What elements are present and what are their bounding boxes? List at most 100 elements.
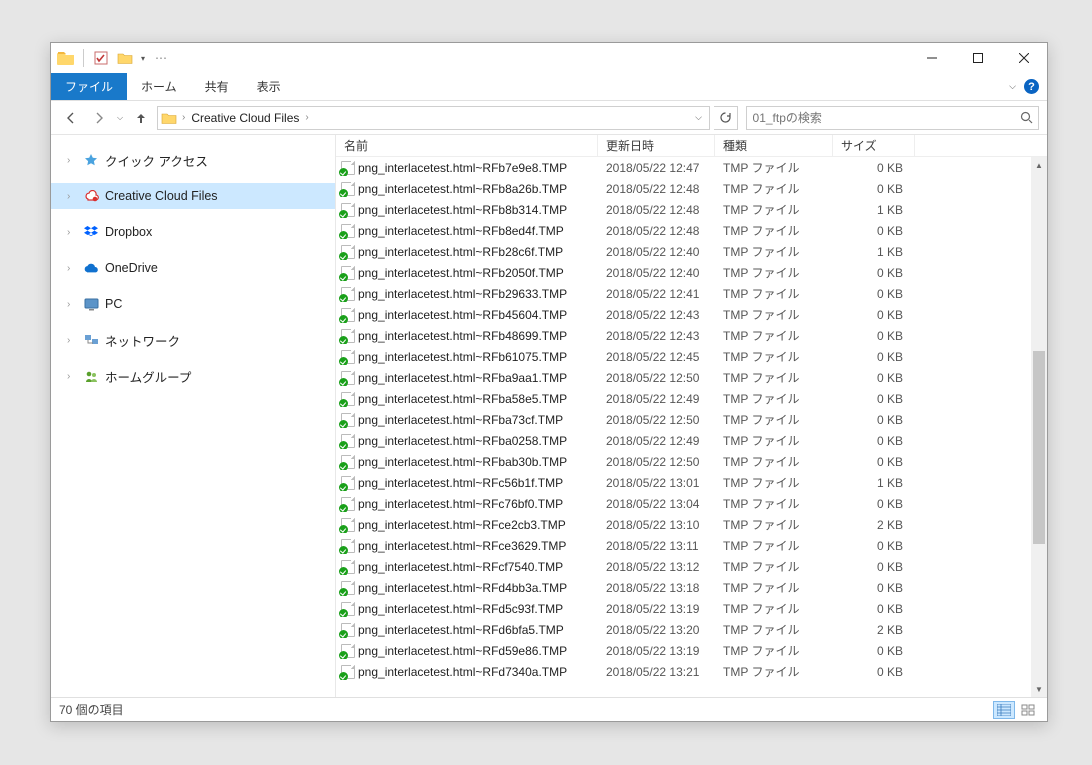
file-size: 0 KB [833,308,915,322]
details-view-button[interactable] [993,701,1015,719]
file-row[interactable]: png_interlacetest.html~RFc56b1f.TMP2018/… [336,472,1047,493]
tree-network[interactable]: › ネットワーク [51,327,335,353]
forward-button[interactable] [87,106,111,130]
file-date: 2018/05/22 12:47 [598,161,715,175]
file-date: 2018/05/22 12:43 [598,329,715,343]
chevron-right-icon[interactable]: › [67,371,77,382]
file-icon [340,328,356,344]
qat-separator [83,49,84,67]
breadcrumb-item[interactable]: Creative Cloud Files [187,111,303,125]
scroll-up-icon[interactable]: ▲ [1031,157,1047,173]
chevron-right-icon[interactable]: › [67,191,77,202]
file-row[interactable]: png_interlacetest.html~RFb2050f.TMP2018/… [336,262,1047,283]
scroll-down-icon[interactable]: ▼ [1031,681,1047,697]
file-row[interactable]: png_interlacetest.html~RFd6bfa5.TMP2018/… [336,619,1047,640]
file-type: TMP ファイル [715,453,833,470]
tab-share[interactable]: 共有 [191,73,243,100]
column-date[interactable]: 更新日時 [598,135,715,156]
close-button[interactable] [1001,43,1047,73]
scroll-thumb[interactable] [1033,351,1045,544]
file-row[interactable]: png_interlacetest.html~RFb28c6f.TMP2018/… [336,241,1047,262]
file-row[interactable]: png_interlacetest.html~RFb61075.TMP2018/… [336,346,1047,367]
icons-view-button[interactable] [1017,701,1039,719]
file-date: 2018/05/22 13:20 [598,623,715,637]
up-button[interactable] [129,106,153,130]
file-row[interactable]: png_interlacetest.html~RFb8b314.TMP2018/… [336,199,1047,220]
chevron-right-icon[interactable]: › [67,263,77,274]
file-type: TMP ファイル [715,600,833,617]
search-icon[interactable] [1014,111,1038,124]
search-input[interactable] [747,111,1014,125]
properties-icon[interactable] [90,47,112,69]
file-row[interactable]: png_interlacetest.html~RFb29633.TMP2018/… [336,283,1047,304]
file-row[interactable]: png_interlacetest.html~RFc76bf0.TMP2018/… [336,493,1047,514]
file-list[interactable]: png_interlacetest.html~RFb7e9e8.TMP2018/… [336,157,1047,697]
tab-file[interactable]: ファイル [51,73,127,100]
file-row[interactable]: png_interlacetest.html~RFb8a26b.TMP2018/… [336,178,1047,199]
tab-view[interactable]: 表示 [243,73,295,100]
file-row[interactable]: png_interlacetest.html~RFcf7540.TMP2018/… [336,556,1047,577]
help-icon[interactable]: ? [1024,79,1039,94]
back-button[interactable] [59,106,83,130]
chevron-right-icon[interactable]: › [67,335,77,346]
file-row[interactable]: png_interlacetest.html~RFb8ed4f.TMP2018/… [336,220,1047,241]
file-name: png_interlacetest.html~RFd4bb3a.TMP [358,581,567,595]
tree-label: Dropbox [105,225,152,239]
ribbon-expand-icon[interactable]: ⌵ [1009,81,1016,92]
file-row[interactable]: png_interlacetest.html~RFce2cb3.TMP2018/… [336,514,1047,535]
file-size: 0 KB [833,434,915,448]
chevron-right-icon[interactable]: › [67,155,77,166]
vertical-scrollbar[interactable]: ▲ ▼ [1031,157,1047,697]
file-size: 0 KB [833,665,915,679]
tree-dropbox[interactable]: › Dropbox [51,219,335,245]
tree-onedrive[interactable]: › OneDrive [51,255,335,281]
file-row[interactable]: png_interlacetest.html~RFba58e5.TMP2018/… [336,388,1047,409]
file-row[interactable]: png_interlacetest.html~RFd5c93f.TMP2018/… [336,598,1047,619]
breadcrumb-sep-root[interactable]: › [180,112,187,123]
file-icon [340,391,356,407]
column-name[interactable]: 名前 [336,135,598,156]
scroll-track[interactable] [1031,173,1047,681]
file-type: TMP ファイル [715,306,833,323]
titlebar[interactable]: ▾ ⋯ [51,43,1047,73]
file-date: 2018/05/22 13:04 [598,497,715,511]
address-dropdown-icon[interactable]: ⌵ [689,112,709,123]
minimize-button[interactable] [909,43,955,73]
refresh-button[interactable] [714,106,738,130]
file-row[interactable]: png_interlacetest.html~RFce3629.TMP2018/… [336,535,1047,556]
column-size[interactable]: サイズ [833,135,915,156]
tree-quick-access[interactable]: › クイック アクセス [51,147,335,173]
new-folder-icon[interactable] [114,47,136,69]
file-name: png_interlacetest.html~RFb45604.TMP [358,308,567,322]
breadcrumb-sep[interactable]: › [303,112,310,123]
file-row[interactable]: png_interlacetest.html~RFbab30b.TMP2018/… [336,451,1047,472]
homegroup-icon [83,368,99,384]
file-date: 2018/05/22 12:49 [598,434,715,448]
qat-dropdown-icon[interactable]: ▾ [138,47,148,69]
file-row[interactable]: png_interlacetest.html~RFb45604.TMP2018/… [336,304,1047,325]
qat-overflow[interactable]: ⋯ [150,47,172,69]
file-icon [340,244,356,260]
pc-icon [83,296,99,312]
tree-creative-cloud[interactable]: › Creative Cloud Files [51,183,335,209]
file-row[interactable]: png_interlacetest.html~RFba73cf.TMP2018/… [336,409,1047,430]
navigation-pane[interactable]: › クイック アクセス › Creative Cloud Files › Dro… [51,135,336,697]
maximize-button[interactable] [955,43,1001,73]
tab-home[interactable]: ホーム [127,73,191,100]
file-row[interactable]: png_interlacetest.html~RFd4bb3a.TMP2018/… [336,577,1047,598]
column-type[interactable]: 種類 [715,135,833,156]
file-row[interactable]: png_interlacetest.html~RFba9aa1.TMP2018/… [336,367,1047,388]
chevron-right-icon[interactable]: › [67,299,77,310]
recent-dropdown-icon[interactable]: ⌵ [115,113,125,123]
search-box[interactable] [746,106,1039,130]
file-row[interactable]: png_interlacetest.html~RFd59e86.TMP2018/… [336,640,1047,661]
file-icon [340,643,356,659]
chevron-right-icon[interactable]: › [67,227,77,238]
tree-pc[interactable]: › PC [51,291,335,317]
file-row[interactable]: png_interlacetest.html~RFd7340a.TMP2018/… [336,661,1047,682]
file-row[interactable]: png_interlacetest.html~RFb7e9e8.TMP2018/… [336,157,1047,178]
file-row[interactable]: png_interlacetest.html~RFba0258.TMP2018/… [336,430,1047,451]
tree-homegroup[interactable]: › ホームグループ [51,363,335,389]
file-row[interactable]: png_interlacetest.html~RFb48699.TMP2018/… [336,325,1047,346]
address-bar[interactable]: › Creative Cloud Files › ⌵ [157,106,710,130]
